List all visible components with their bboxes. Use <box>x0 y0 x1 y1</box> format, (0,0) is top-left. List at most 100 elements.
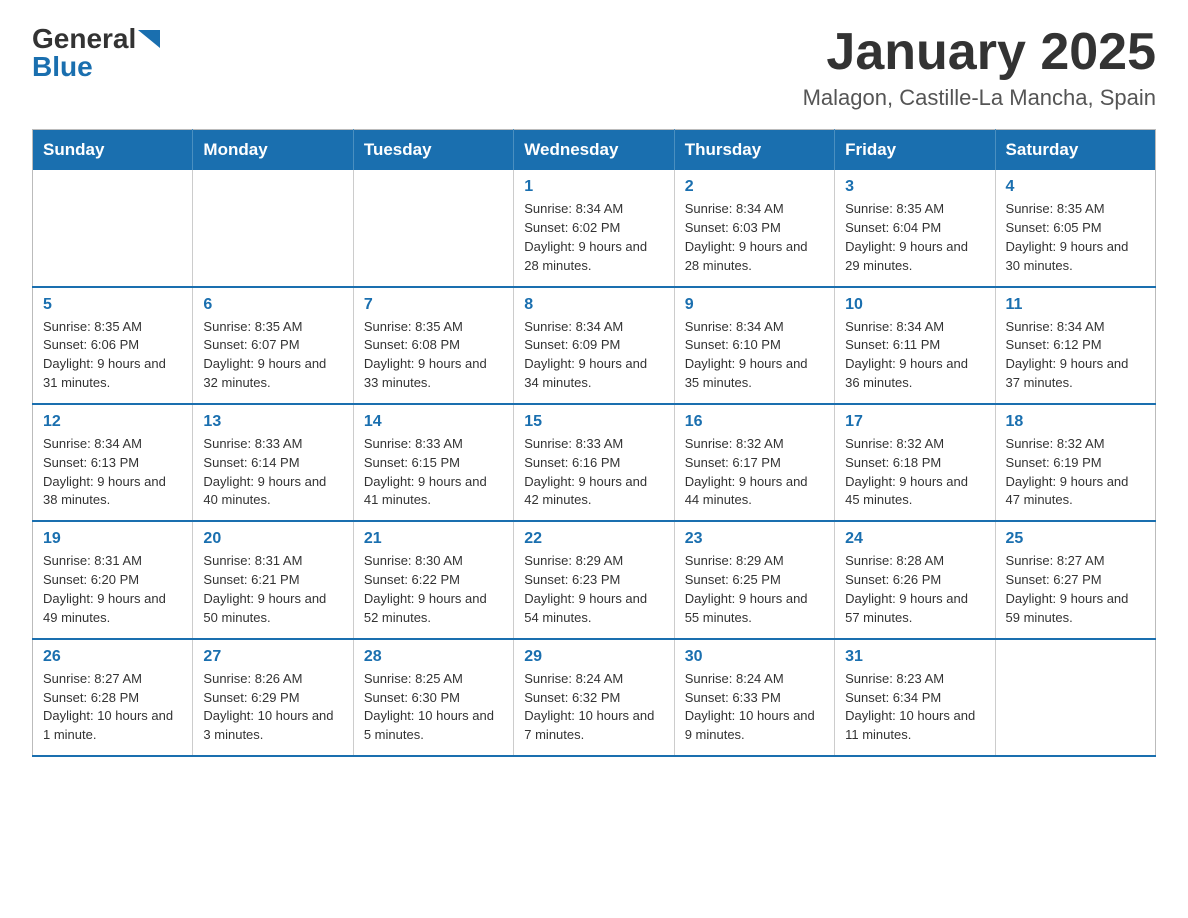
day-info: Sunrise: 8:29 AM Sunset: 6:25 PM Dayligh… <box>685 552 824 627</box>
day-info: Sunrise: 8:31 AM Sunset: 6:20 PM Dayligh… <box>43 552 182 627</box>
page-header: General Blue January 2025 Malagon, Casti… <box>32 24 1156 111</box>
day-number: 17 <box>845 413 984 431</box>
calendar-cell: 11 Sunrise: 8:34 AM Sunset: 6:12 PM Dayli… <box>995 287 1155 404</box>
day-info: Sunrise: 8:32 AM Sunset: 6:18 PM Dayligh… <box>845 435 984 510</box>
calendar-cell: 20 Sunrise: 8:31 AM Sunset: 6:21 PM Dayli… <box>193 521 353 638</box>
day-number: 7 <box>364 296 503 314</box>
logo-triangle-icon <box>138 30 160 48</box>
day-info: Sunrise: 8:30 AM Sunset: 6:22 PM Dayligh… <box>364 552 503 627</box>
calendar-cell: 5 Sunrise: 8:35 AM Sunset: 6:06 PM Daylig… <box>33 287 193 404</box>
day-number: 27 <box>203 648 342 666</box>
calendar-cell <box>33 170 193 286</box>
day-number: 14 <box>364 413 503 431</box>
day-info: Sunrise: 8:31 AM Sunset: 6:21 PM Dayligh… <box>203 552 342 627</box>
day-info: Sunrise: 8:35 AM Sunset: 6:04 PM Dayligh… <box>845 200 984 275</box>
day-number: 29 <box>524 648 663 666</box>
weekday-header-sunday: Sunday <box>33 130 193 171</box>
calendar-week-1: 1 Sunrise: 8:34 AM Sunset: 6:02 PM Daylig… <box>33 170 1156 286</box>
weekday-header-monday: Monday <box>193 130 353 171</box>
day-info: Sunrise: 8:35 AM Sunset: 6:06 PM Dayligh… <box>43 318 182 393</box>
day-number: 2 <box>685 178 824 196</box>
calendar-cell: 19 Sunrise: 8:31 AM Sunset: 6:20 PM Dayli… <box>33 521 193 638</box>
calendar-week-2: 5 Sunrise: 8:35 AM Sunset: 6:06 PM Daylig… <box>33 287 1156 404</box>
day-number: 13 <box>203 413 342 431</box>
day-info: Sunrise: 8:26 AM Sunset: 6:29 PM Dayligh… <box>203 670 342 745</box>
day-number: 26 <box>43 648 182 666</box>
day-number: 20 <box>203 530 342 548</box>
day-number: 15 <box>524 413 663 431</box>
day-info: Sunrise: 8:32 AM Sunset: 6:17 PM Dayligh… <box>685 435 824 510</box>
day-info: Sunrise: 8:35 AM Sunset: 6:05 PM Dayligh… <box>1006 200 1145 275</box>
day-info: Sunrise: 8:25 AM Sunset: 6:30 PM Dayligh… <box>364 670 503 745</box>
calendar-cell: 7 Sunrise: 8:35 AM Sunset: 6:08 PM Daylig… <box>353 287 513 404</box>
day-info: Sunrise: 8:34 AM Sunset: 6:09 PM Dayligh… <box>524 318 663 393</box>
logo-general-text: General <box>32 25 136 53</box>
day-number: 22 <box>524 530 663 548</box>
weekday-header-thursday: Thursday <box>674 130 834 171</box>
calendar-table: SundayMondayTuesdayWednesdayThursdayFrid… <box>32 129 1156 757</box>
weekday-header-wednesday: Wednesday <box>514 130 674 171</box>
calendar-week-3: 12 Sunrise: 8:34 AM Sunset: 6:13 PM Dayli… <box>33 404 1156 521</box>
calendar-cell <box>193 170 353 286</box>
day-info: Sunrise: 8:24 AM Sunset: 6:33 PM Dayligh… <box>685 670 824 745</box>
calendar-cell: 17 Sunrise: 8:32 AM Sunset: 6:18 PM Dayli… <box>835 404 995 521</box>
day-number: 25 <box>1006 530 1145 548</box>
day-info: Sunrise: 8:34 AM Sunset: 6:02 PM Dayligh… <box>524 200 663 275</box>
calendar-cell <box>353 170 513 286</box>
day-number: 8 <box>524 296 663 314</box>
day-info: Sunrise: 8:34 AM Sunset: 6:03 PM Dayligh… <box>685 200 824 275</box>
day-info: Sunrise: 8:23 AM Sunset: 6:34 PM Dayligh… <box>845 670 984 745</box>
day-number: 18 <box>1006 413 1145 431</box>
day-info: Sunrise: 8:32 AM Sunset: 6:19 PM Dayligh… <box>1006 435 1145 510</box>
day-number: 4 <box>1006 178 1145 196</box>
day-number: 19 <box>43 530 182 548</box>
day-info: Sunrise: 8:35 AM Sunset: 6:08 PM Dayligh… <box>364 318 503 393</box>
day-number: 28 <box>364 648 503 666</box>
day-info: Sunrise: 8:33 AM Sunset: 6:16 PM Dayligh… <box>524 435 663 510</box>
calendar-cell: 3 Sunrise: 8:35 AM Sunset: 6:04 PM Daylig… <box>835 170 995 286</box>
calendar-cell: 18 Sunrise: 8:32 AM Sunset: 6:19 PM Dayli… <box>995 404 1155 521</box>
location-title: Malagon, Castille-La Mancha, Spain <box>803 85 1156 111</box>
day-number: 21 <box>364 530 503 548</box>
day-number: 5 <box>43 296 182 314</box>
day-info: Sunrise: 8:24 AM Sunset: 6:32 PM Dayligh… <box>524 670 663 745</box>
day-info: Sunrise: 8:34 AM Sunset: 6:11 PM Dayligh… <box>845 318 984 393</box>
logo-blue-text: Blue <box>32 53 93 81</box>
calendar-cell: 13 Sunrise: 8:33 AM Sunset: 6:14 PM Dayli… <box>193 404 353 521</box>
day-number: 10 <box>845 296 984 314</box>
calendar-cell: 12 Sunrise: 8:34 AM Sunset: 6:13 PM Dayli… <box>33 404 193 521</box>
day-number: 1 <box>524 178 663 196</box>
day-number: 24 <box>845 530 984 548</box>
calendar-cell <box>995 639 1155 756</box>
day-number: 16 <box>685 413 824 431</box>
calendar-cell: 23 Sunrise: 8:29 AM Sunset: 6:25 PM Dayli… <box>674 521 834 638</box>
calendar-cell: 16 Sunrise: 8:32 AM Sunset: 6:17 PM Dayli… <box>674 404 834 521</box>
calendar-week-4: 19 Sunrise: 8:31 AM Sunset: 6:20 PM Dayli… <box>33 521 1156 638</box>
day-number: 3 <box>845 178 984 196</box>
calendar-cell: 22Sunrise: 8:29 AM Sunset: 6:23 PM Dayli… <box>514 521 674 638</box>
calendar-cell: 6 Sunrise: 8:35 AM Sunset: 6:07 PM Daylig… <box>193 287 353 404</box>
day-number: 23 <box>685 530 824 548</box>
day-info: Sunrise: 8:33 AM Sunset: 6:14 PM Dayligh… <box>203 435 342 510</box>
calendar-cell: 15 Sunrise: 8:33 AM Sunset: 6:16 PM Dayli… <box>514 404 674 521</box>
calendar-cell: 10 Sunrise: 8:34 AM Sunset: 6:11 PM Dayli… <box>835 287 995 404</box>
day-number: 6 <box>203 296 342 314</box>
weekday-header-row: SundayMondayTuesdayWednesdayThursdayFrid… <box>33 130 1156 171</box>
day-info: Sunrise: 8:28 AM Sunset: 6:26 PM Dayligh… <box>845 552 984 627</box>
day-info: Sunrise: 8:34 AM Sunset: 6:12 PM Dayligh… <box>1006 318 1145 393</box>
day-number: 12 <box>43 413 182 431</box>
logo: General Blue <box>32 24 160 81</box>
weekday-header-saturday: Saturday <box>995 130 1155 171</box>
calendar-cell: 29 Sunrise: 8:24 AM Sunset: 6:32 PM Dayli… <box>514 639 674 756</box>
calendar-cell: 31 Sunrise: 8:23 AM Sunset: 6:34 PM Dayli… <box>835 639 995 756</box>
calendar-cell: 2 Sunrise: 8:34 AM Sunset: 6:03 PM Daylig… <box>674 170 834 286</box>
day-info: Sunrise: 8:34 AM Sunset: 6:13 PM Dayligh… <box>43 435 182 510</box>
day-number: 30 <box>685 648 824 666</box>
day-number: 31 <box>845 648 984 666</box>
calendar-cell: 30 Sunrise: 8:24 AM Sunset: 6:33 PM Dayli… <box>674 639 834 756</box>
calendar-cell: 14 Sunrise: 8:33 AM Sunset: 6:15 PM Dayli… <box>353 404 513 521</box>
calendar-cell: 27 Sunrise: 8:26 AM Sunset: 6:29 PM Dayli… <box>193 639 353 756</box>
day-info: Sunrise: 8:35 AM Sunset: 6:07 PM Dayligh… <box>203 318 342 393</box>
day-info: Sunrise: 8:33 AM Sunset: 6:15 PM Dayligh… <box>364 435 503 510</box>
day-number: 11 <box>1006 296 1145 314</box>
